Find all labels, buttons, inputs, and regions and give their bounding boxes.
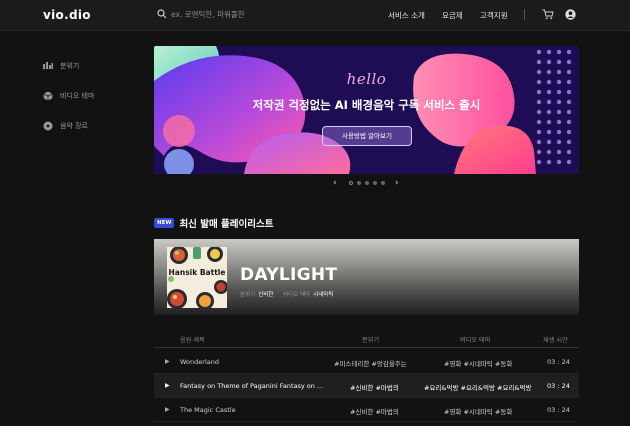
cover-title: Hansik Battle bbox=[168, 268, 226, 277]
banner-title: 저작권 걱정없는 AI 배경음악 구독 서비스 출시 bbox=[252, 98, 481, 112]
carousel-prev-icon[interactable]: ‹ bbox=[333, 178, 337, 188]
play-icon[interactable]: ▶ bbox=[165, 358, 170, 365]
playlist-cover[interactable]: Hansik Battle bbox=[167, 247, 227, 308]
carousel-dot[interactable] bbox=[357, 181, 361, 185]
track-theme: #영화 #시네마틱 #동화 bbox=[444, 360, 513, 368]
sidebar-item-mood[interactable]: 분위기 bbox=[43, 61, 79, 71]
banner-hello: hello bbox=[346, 70, 387, 88]
search-input[interactable] bbox=[171, 9, 311, 19]
track-theme: #요리&먹방 #요리&먹방 #요리&먹방 bbox=[424, 384, 532, 392]
search-icon[interactable] bbox=[157, 9, 167, 19]
banner-cta-button[interactable]: 사용방법 알아보기 bbox=[322, 126, 412, 146]
food-illustration bbox=[167, 247, 227, 308]
mood-icon bbox=[43, 61, 53, 71]
search-bar[interactable] bbox=[157, 9, 311, 19]
track-title[interactable]: Fantasy on Theme of Paganini Fantasy on … bbox=[180, 382, 323, 390]
playlist-meta: 분위기 신비한 비디오 테마 시네마틱 bbox=[240, 290, 341, 298]
carousel-dot[interactable] bbox=[373, 181, 377, 185]
carousel-dot[interactable] bbox=[365, 181, 369, 185]
track-table-header: 음원 제목 분위기 비디오 테마 재생 시간 bbox=[154, 332, 579, 348]
track-duration: 03 : 24 bbox=[547, 406, 570, 414]
play-icon[interactable]: ▶ bbox=[165, 382, 170, 389]
track-theme: #영화 #시네마틱 #동화 bbox=[444, 408, 513, 416]
promo-banner[interactable]: hello 저작권 걱정없는 AI 배경음악 구독 서비스 출시 사용방법 알아… bbox=[154, 46, 579, 174]
track-title[interactable]: The Magic Castle bbox=[180, 406, 236, 414]
col-mood: 분위기 bbox=[362, 337, 380, 344]
carousel-dots bbox=[347, 181, 387, 185]
carousel-dot[interactable] bbox=[381, 181, 385, 185]
top-header: vio.dio 서비스 소개 요금제 고객지원 bbox=[0, 0, 630, 31]
sidebar-item-label: 분위기 bbox=[60, 62, 80, 70]
sidebar-item-video-theme[interactable]: 비디오 테마 bbox=[43, 91, 94, 101]
nav-pricing[interactable]: 요금제 bbox=[442, 10, 463, 21]
new-badge: NEW bbox=[154, 218, 175, 228]
cart-icon[interactable] bbox=[542, 9, 554, 20]
disc-icon bbox=[43, 121, 53, 131]
nav-service-intro[interactable]: 서비스 소개 bbox=[388, 10, 425, 21]
playlist-card[interactable]: Hansik Battle DAYLIGHT 분위기 신비한 비디오 테마 시네마틱 bbox=[154, 239, 579, 315]
section-header: NEW 최신 발매 플레이리스트 bbox=[154, 216, 273, 230]
mood-value[interactable]: 신비한 bbox=[258, 292, 273, 298]
sidebar-item-genre[interactable]: 음악 장르 bbox=[43, 121, 88, 131]
track-mood: #신비한 #마법의 bbox=[350, 408, 399, 416]
section-title: 최신 발매 플레이리스트 bbox=[179, 219, 274, 230]
sidebar-item-label: 음악 장르 bbox=[60, 122, 88, 130]
col-title: 음원 제목 bbox=[180, 337, 205, 344]
cube-icon bbox=[43, 91, 53, 101]
track-mood: #미스테리한 #엉감을주는 bbox=[334, 360, 407, 368]
carousel-dot[interactable] bbox=[349, 181, 353, 185]
play-icon[interactable]: ▶ bbox=[165, 406, 170, 413]
col-duration: 재생 시간 bbox=[543, 337, 568, 344]
nav-divider bbox=[524, 9, 525, 20]
track-duration: 03 : 24 bbox=[547, 358, 570, 366]
theme-value[interactable]: 시네마틱 bbox=[313, 292, 333, 298]
track-row[interactable]: ▶ The Magic Castle #신비한 #마법의 #영화 #시네마틱 #… bbox=[154, 398, 579, 422]
track-row[interactable]: ▶ Fantasy on Theme of Paganini Fantasy o… bbox=[154, 374, 579, 398]
col-theme: 비디오 테마 bbox=[460, 337, 491, 344]
track-duration: 03 : 24 bbox=[547, 382, 570, 390]
track-row[interactable]: ▶ Wonderland #미스테리한 #엉감을주는 #영화 #시네마틱 #동화… bbox=[154, 350, 579, 374]
carousel-next-icon[interactable]: › bbox=[395, 178, 399, 188]
theme-label: 비디오 테마 bbox=[283, 292, 311, 298]
logo[interactable]: vio.dio bbox=[43, 8, 91, 22]
nav-support[interactable]: 고객지원 bbox=[480, 10, 508, 21]
mood-label: 분위기 bbox=[240, 292, 256, 298]
playlist-title[interactable]: DAYLIGHT bbox=[240, 265, 337, 285]
user-icon[interactable] bbox=[565, 9, 576, 20]
sidebar-item-label: 비디오 테마 bbox=[60, 92, 95, 100]
track-title[interactable]: Wonderland bbox=[180, 358, 219, 366]
track-mood: #신비한 #마법의 bbox=[350, 384, 399, 392]
